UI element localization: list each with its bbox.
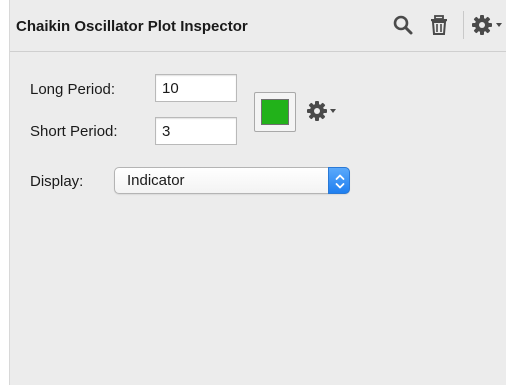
display-label: Display: bbox=[30, 173, 84, 190]
up-down-chevron-icon bbox=[335, 174, 345, 189]
search-icon[interactable] bbox=[391, 13, 415, 37]
panel-left-edge bbox=[0, 0, 10, 385]
gear-icon[interactable] bbox=[471, 13, 505, 37]
display-select-value: Indicator bbox=[127, 172, 185, 189]
plot-inspector-panel: Chaikin Oscillator Plot Inspector Long P… bbox=[0, 0, 506, 385]
inspector-title: Chaikin Oscillator Plot Inspector bbox=[16, 18, 248, 35]
select-stepper bbox=[328, 167, 350, 194]
display-select[interactable]: Indicator bbox=[114, 167, 350, 194]
chevron-down-icon bbox=[496, 23, 502, 27]
long-period-field[interactable]: 10 bbox=[155, 74, 237, 102]
inspector-header: Chaikin Oscillator Plot Inspector bbox=[10, 0, 506, 52]
short-period-field[interactable]: 3 bbox=[155, 117, 237, 145]
color-well[interactable] bbox=[254, 92, 296, 132]
inspector-body: Long Period: 10 Short Period: 3 Display: bbox=[10, 52, 506, 385]
color-options-gear-icon[interactable] bbox=[306, 98, 342, 124]
trash-icon[interactable] bbox=[427, 13, 451, 37]
long-period-label: Long Period: bbox=[30, 81, 116, 98]
header-separator bbox=[463, 11, 464, 39]
short-period-label: Short Period: bbox=[30, 123, 118, 140]
plot-color-swatch bbox=[261, 99, 289, 125]
